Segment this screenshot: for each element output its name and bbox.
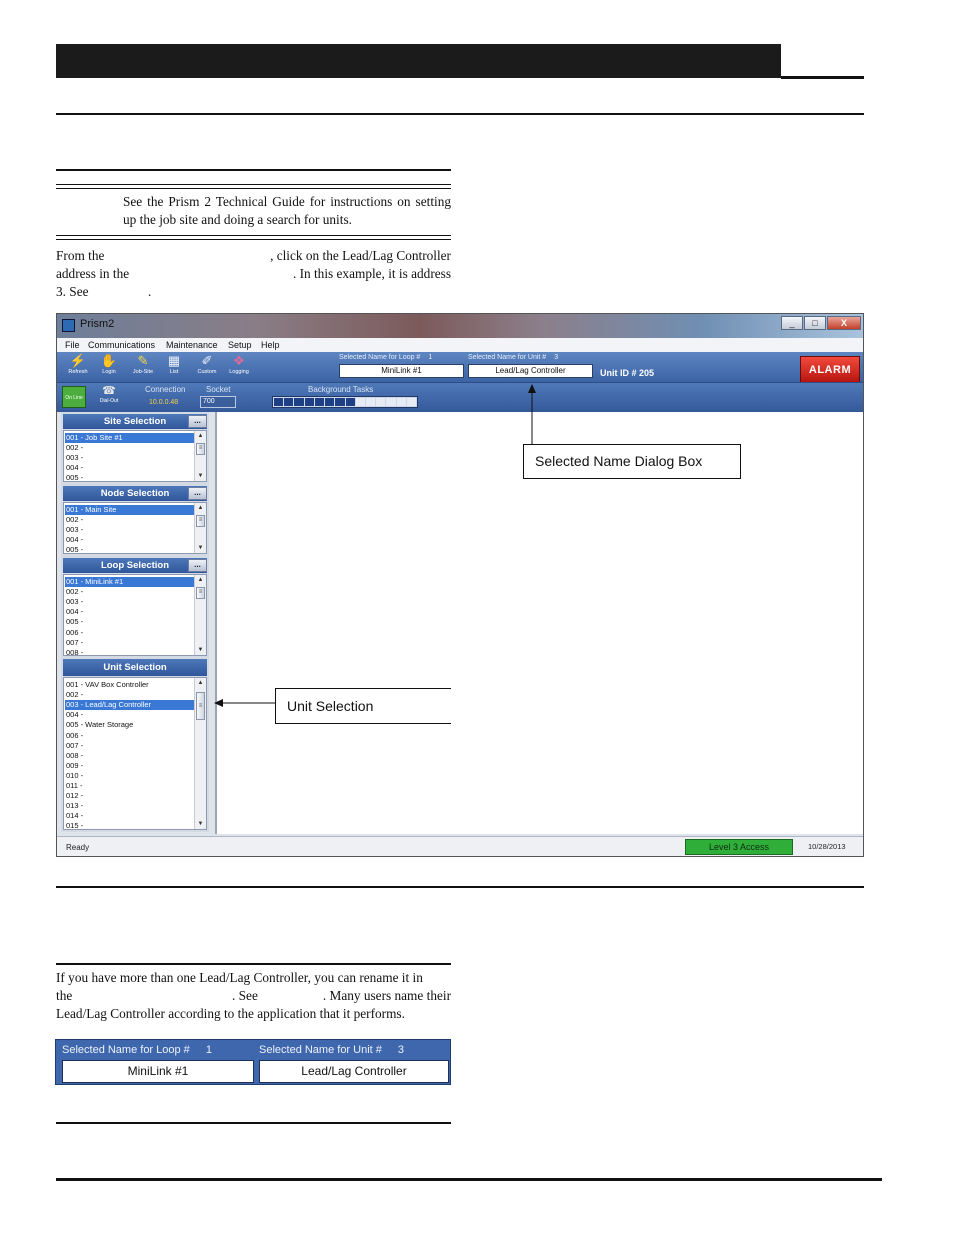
callout-unit-selection: Unit Selection <box>275 688 451 724</box>
arrow-head-unit-selection <box>214 699 223 707</box>
footer-rule <box>56 1178 882 1181</box>
subsection-rule-2 <box>56 963 451 965</box>
snippet-unit-field[interactable]: Lead/Lag Controller <box>259 1060 449 1083</box>
snippet-loop-label: Selected Name for Loop #1 <box>62 1044 212 1056</box>
snippet-unit-label: Selected Name for Unit #3 <box>259 1044 405 1056</box>
arrow-head-selected-name <box>528 384 536 393</box>
section-divider-2 <box>56 886 864 888</box>
callout-selected-name: Selected Name Dialog Box <box>523 444 741 479</box>
snippet-loop-field[interactable]: MiniLink #1 <box>62 1060 254 1083</box>
subsection-rule-3 <box>56 1122 451 1124</box>
rename-paragraph: If you have more than one Lead/Lag Contr… <box>56 970 451 1021</box>
selected-name-dialog-snippet: Selected Name for Loop #1 Selected Name … <box>55 1039 451 1085</box>
